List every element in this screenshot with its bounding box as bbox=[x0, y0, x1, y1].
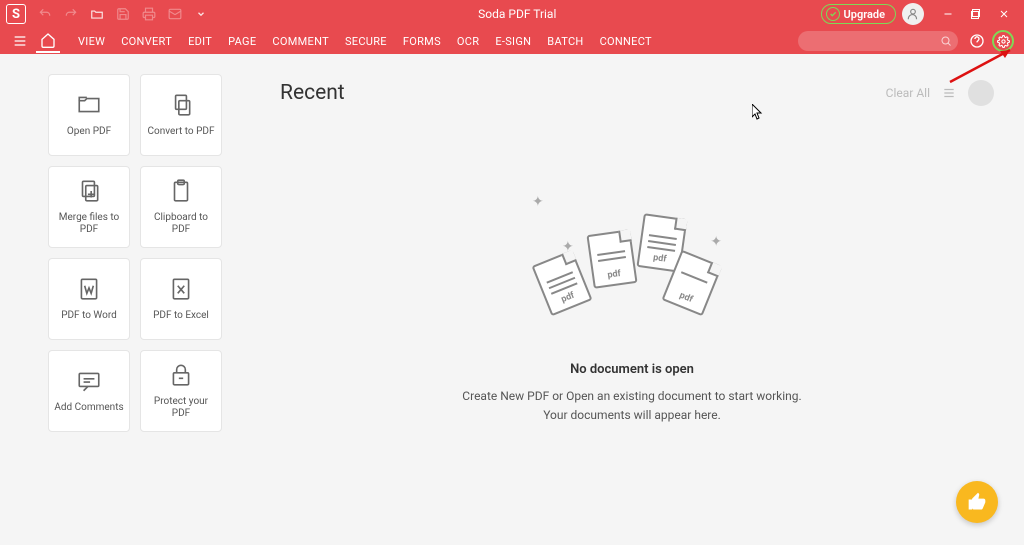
action-clipboard-to-pdf[interactable]: Clipboard to PDF bbox=[140, 166, 222, 248]
recent-header: Recent Clear All bbox=[280, 80, 994, 106]
feedback-fab[interactable] bbox=[956, 481, 998, 523]
empty-state: ✦ ✦ ✦ pdf pdf pdf pdf No document is ope… bbox=[432, 184, 832, 425]
menu-bar: VIEW CONVERT EDIT PAGE COMMENT SECURE FO… bbox=[0, 28, 1024, 54]
mail-icon[interactable] bbox=[164, 3, 186, 25]
action-label: Convert to PDF bbox=[148, 126, 215, 138]
action-convert-to-pdf[interactable]: Convert to PDF bbox=[140, 74, 222, 156]
action-pdf-to-excel[interactable]: PDF to Excel bbox=[140, 258, 222, 340]
action-label: PDF to Word bbox=[61, 310, 117, 322]
action-label: Merge files to PDF bbox=[53, 212, 125, 236]
main-panel: Recent Clear All ✦ ✦ ✦ pdf pdf pdf pdf N… bbox=[240, 54, 1024, 545]
action-add-comments[interactable]: Add Comments bbox=[48, 350, 130, 432]
upgrade-button[interactable]: Upgrade bbox=[821, 4, 896, 24]
menu-ocr[interactable]: OCR bbox=[449, 28, 487, 54]
account-button[interactable] bbox=[902, 3, 924, 25]
minimize-button[interactable] bbox=[936, 2, 960, 26]
settings-button[interactable] bbox=[992, 30, 1014, 52]
menu-esign[interactable]: E-SIGN bbox=[487, 28, 539, 54]
save-icon[interactable] bbox=[112, 3, 134, 25]
menu-secure[interactable]: SECURE bbox=[337, 28, 395, 54]
check-icon bbox=[826, 7, 840, 21]
undo-icon[interactable] bbox=[34, 3, 56, 25]
action-label: Add Comments bbox=[54, 402, 123, 414]
action-label: Protect your PDF bbox=[145, 396, 217, 420]
menu-connect[interactable]: CONNECT bbox=[592, 28, 660, 54]
action-pdf-to-word[interactable]: PDF to Word bbox=[48, 258, 130, 340]
action-label: Open PDF bbox=[67, 126, 111, 138]
search-input[interactable] bbox=[798, 31, 958, 51]
quick-actions-sidebar: Open PDF Convert to PDF Merge files to P… bbox=[0, 54, 240, 545]
clear-all-button[interactable]: Clear All bbox=[886, 86, 930, 100]
redo-icon[interactable] bbox=[60, 3, 82, 25]
app-logo: S bbox=[6, 4, 26, 24]
action-label: Clipboard to PDF bbox=[145, 212, 217, 236]
open-folder-icon[interactable] bbox=[86, 3, 108, 25]
view-toggle-button[interactable] bbox=[940, 84, 958, 102]
help-button[interactable] bbox=[966, 30, 988, 52]
menu-batch[interactable]: BATCH bbox=[539, 28, 591, 54]
empty-title: No document is open bbox=[432, 362, 832, 377]
avatar-placeholder[interactable] bbox=[968, 80, 994, 106]
content-area: Open PDF Convert to PDF Merge files to P… bbox=[0, 54, 1024, 545]
menu-view[interactable]: VIEW bbox=[70, 28, 113, 54]
empty-text-1: Create New PDF or Open an existing docum… bbox=[432, 387, 832, 406]
documents-illustration: ✦ ✦ ✦ pdf pdf pdf pdf bbox=[522, 184, 742, 344]
menu-comment[interactable]: COMMENT bbox=[264, 28, 337, 54]
window-title: Soda PDF Trial bbox=[214, 7, 821, 21]
hamburger-icon[interactable] bbox=[8, 29, 32, 53]
maximize-button[interactable] bbox=[964, 2, 988, 26]
menu-page[interactable]: PAGE bbox=[220, 28, 264, 54]
menu-convert[interactable]: CONVERT bbox=[113, 28, 180, 54]
recent-title: Recent bbox=[280, 81, 345, 105]
action-protect-pdf[interactable]: Protect your PDF bbox=[140, 350, 222, 432]
action-label: PDF to Excel bbox=[153, 310, 209, 322]
title-bar: S Soda PDF Trial Upgrade bbox=[0, 0, 1024, 28]
dropdown-icon[interactable] bbox=[190, 3, 212, 25]
menu-edit[interactable]: EDIT bbox=[180, 28, 220, 54]
home-button[interactable] bbox=[36, 29, 60, 53]
print-icon[interactable] bbox=[138, 3, 160, 25]
menu-forms[interactable]: FORMS bbox=[395, 28, 449, 54]
upgrade-label: Upgrade bbox=[844, 8, 885, 21]
action-merge-files[interactable]: Merge files to PDF bbox=[48, 166, 130, 248]
close-button[interactable] bbox=[992, 2, 1016, 26]
empty-text-2: Your documents will appear here. bbox=[432, 406, 832, 425]
action-open-pdf[interactable]: Open PDF bbox=[48, 74, 130, 156]
